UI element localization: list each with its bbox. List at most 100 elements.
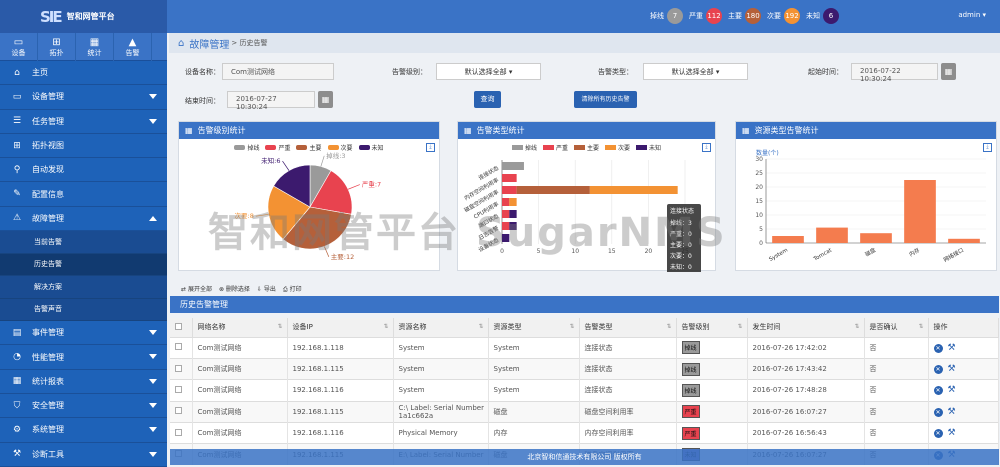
legend-item[interactable]: 次要 — [605, 143, 630, 152]
download-icon[interactable]: ⤓ — [983, 143, 992, 152]
row-checkbox[interactable] — [175, 343, 182, 351]
sort-icon[interactable]: ⇅ — [383, 323, 388, 330]
table-row[interactable]: Com测试网络 192.168.1.116 System System 连接状态 掉线 20… — [170, 379, 999, 402]
quick-nav-item[interactable]: ▭ 设备 — [0, 33, 38, 61]
sort-icon[interactable]: ⇅ — [277, 323, 282, 330]
sidebar-item[interactable]: ✎ 配置信息 — [0, 182, 167, 207]
column-header[interactable]: 资源名称 ⇅ — [393, 318, 489, 337]
column-header[interactable]: 设备IP ⇅ — [287, 318, 394, 337]
sidebar-item[interactable]: ⚠ 故障管理 — [0, 206, 167, 232]
bar[interactable] — [816, 227, 848, 243]
wrench-icon[interactable]: ⚒ — [948, 407, 956, 417]
sort-icon[interactable]: ⇅ — [569, 323, 574, 330]
alarm-level-select[interactable]: 默认选择全部 ▾ — [436, 63, 541, 80]
bar-segment[interactable] — [502, 174, 517, 182]
submenu-item[interactable]: 当前告警 — [0, 231, 167, 254]
sidebar-item[interactable]: ☰ 任务管理 — [0, 109, 167, 134]
clear-history-button[interactable]: 清除所有历史告警 — [574, 91, 637, 108]
legend-item[interactable]: 掉线 — [234, 143, 259, 152]
bar-segment[interactable] — [509, 198, 517, 206]
sort-icon[interactable]: ⇅ — [918, 323, 923, 330]
delete-selected-button[interactable]: ⊗ 删除选择 — [219, 284, 250, 294]
sidebar-item[interactable]: ⊞ 拓扑视图 — [0, 133, 167, 159]
column-header[interactable]: 发生时间 ⇅ — [747, 318, 865, 337]
download-icon[interactable]: ⤓ — [426, 143, 435, 152]
quick-nav-item[interactable]: ⊞ 拓扑 — [38, 33, 76, 61]
column-header[interactable]: 资源类型 ⇅ — [488, 318, 580, 337]
row-checkbox[interactable] — [175, 385, 182, 393]
bar-segment[interactable] — [502, 234, 510, 242]
bar-segment[interactable] — [516, 186, 590, 194]
bar-segment[interactable] — [502, 198, 510, 206]
column-header[interactable]: 操作 — [928, 318, 999, 337]
calendar-icon[interactable]: ▦ — [941, 63, 956, 80]
table-row[interactable]: Com测试网络 192.168.1.118 System System 连接状态 掉线 20… — [170, 336, 999, 359]
sidebar-item[interactable]: ▭ 设备管理 — [0, 85, 167, 110]
wrench-icon[interactable]: ⚒ — [948, 364, 956, 374]
bar-segment[interactable] — [589, 186, 678, 194]
legend-item[interactable]: 主要 — [573, 143, 599, 152]
bar[interactable] — [948, 238, 980, 243]
sidebar-item[interactable]: ⛉ 安全管理 — [0, 393, 167, 419]
column-header[interactable]: 是否确认 ⇅ — [864, 318, 929, 337]
sort-icon[interactable]: ⇅ — [737, 323, 742, 330]
bar-segment[interactable] — [502, 162, 524, 170]
query-button[interactable]: 查询 — [474, 91, 501, 108]
breadcrumb-title[interactable]: 故障管理 — [189, 36, 229, 51]
column-header[interactable]: 告警类型 ⇅ — [579, 318, 677, 337]
sidebar-item[interactable]: ▦ 统计报表 — [0, 369, 167, 394]
bar[interactable] — [772, 236, 804, 243]
row-checkbox[interactable] — [175, 364, 182, 372]
user-menu[interactable]: admin ▾ — [958, 11, 986, 19]
submenu-item[interactable]: 告警声音 — [0, 298, 167, 322]
sidebar-item[interactable]: ⚲ 自动发现 — [0, 158, 167, 183]
delete-icon[interactable]: ✕ — [933, 386, 943, 396]
sort-icon[interactable]: ⇅ — [478, 323, 483, 330]
submenu-item[interactable]: 解决方案 — [0, 276, 167, 299]
quick-nav-item[interactable]: ▲ 告警 — [114, 33, 152, 61]
legend-item[interactable]: 掉线 — [511, 143, 537, 152]
select-all-checkbox[interactable] — [175, 322, 182, 330]
expand-all-button[interactable]: ⇄ 展开全部 — [181, 284, 212, 294]
column-header[interactable]: 网络名称 ⇅ — [192, 318, 288, 337]
sidebar-item[interactable]: ⚒ 诊断工具 — [0, 442, 167, 467]
table-row[interactable]: Com测试网络 192.168.1.116 Physical Memory 内存 内存空… — [170, 422, 999, 444]
bar-segment[interactable] — [502, 222, 510, 230]
bar-segment[interactable] — [509, 222, 517, 230]
sidebar-item[interactable]: ▤ 事件管理 — [0, 321, 167, 346]
alarm-count-item[interactable]: 主要 180 — [728, 8, 761, 24]
alarm-type-select[interactable]: 默认选择全部 ▾ — [643, 63, 748, 80]
row-checkbox[interactable] — [175, 428, 182, 436]
legend-item[interactable]: 次要 — [327, 143, 353, 152]
bar[interactable] — [860, 233, 892, 243]
sort-icon[interactable]: ⇅ — [854, 323, 859, 330]
legend-item[interactable]: 严重 — [542, 143, 568, 152]
bar-segment[interactable] — [502, 210, 510, 218]
alarm-count-item[interactable]: 严重 112 — [689, 8, 722, 24]
export-button[interactable]: ⇩ 导出 — [257, 284, 276, 294]
row-checkbox[interactable] — [175, 407, 182, 415]
logo[interactable]: SIE 智和网管平台 — [0, 0, 167, 33]
bar[interactable] — [904, 180, 936, 243]
legend-item[interactable]: 主要 — [296, 143, 322, 152]
alarm-count-item[interactable]: 掉线 7 — [650, 8, 683, 24]
sort-icon[interactable]: ⇅ — [666, 323, 671, 330]
home-icon[interactable]: ⌂ — [178, 38, 184, 49]
print-button[interactable]: ⎙ 打印 — [283, 284, 302, 294]
calendar-icon[interactable]: ▦ — [318, 91, 333, 108]
delete-icon[interactable]: ✕ — [933, 407, 943, 417]
alarm-count-item[interactable]: 未知 6 — [806, 8, 839, 24]
quick-nav-item[interactable]: ▦ 统计 — [76, 33, 114, 61]
sidebar-item[interactable]: ◔ 性能管理 — [0, 345, 167, 370]
sidebar-item[interactable]: ⌂ 主页 — [0, 61, 167, 86]
column-header[interactable]: 告警级别 ⇅ — [676, 318, 748, 337]
delete-icon[interactable]: ✕ — [933, 343, 943, 353]
delete-icon[interactable]: ✕ — [933, 365, 943, 375]
alarm-count-item[interactable]: 次要 192 — [767, 8, 800, 24]
download-icon[interactable]: ⤓ — [702, 143, 711, 152]
table-row[interactable]: Com测试网络 192.168.1.115 System System 连接状态 掉线 20… — [170, 357, 999, 380]
table-row[interactable]: Com测试网络 192.168.1.115 C:\ Label: Serial Nu… — [170, 400, 999, 423]
bar-segment[interactable] — [502, 186, 517, 194]
legend-item[interactable]: 未知 — [636, 143, 661, 152]
start-time-input[interactable]: 2016-07-22 10:30:24 — [851, 63, 938, 83]
